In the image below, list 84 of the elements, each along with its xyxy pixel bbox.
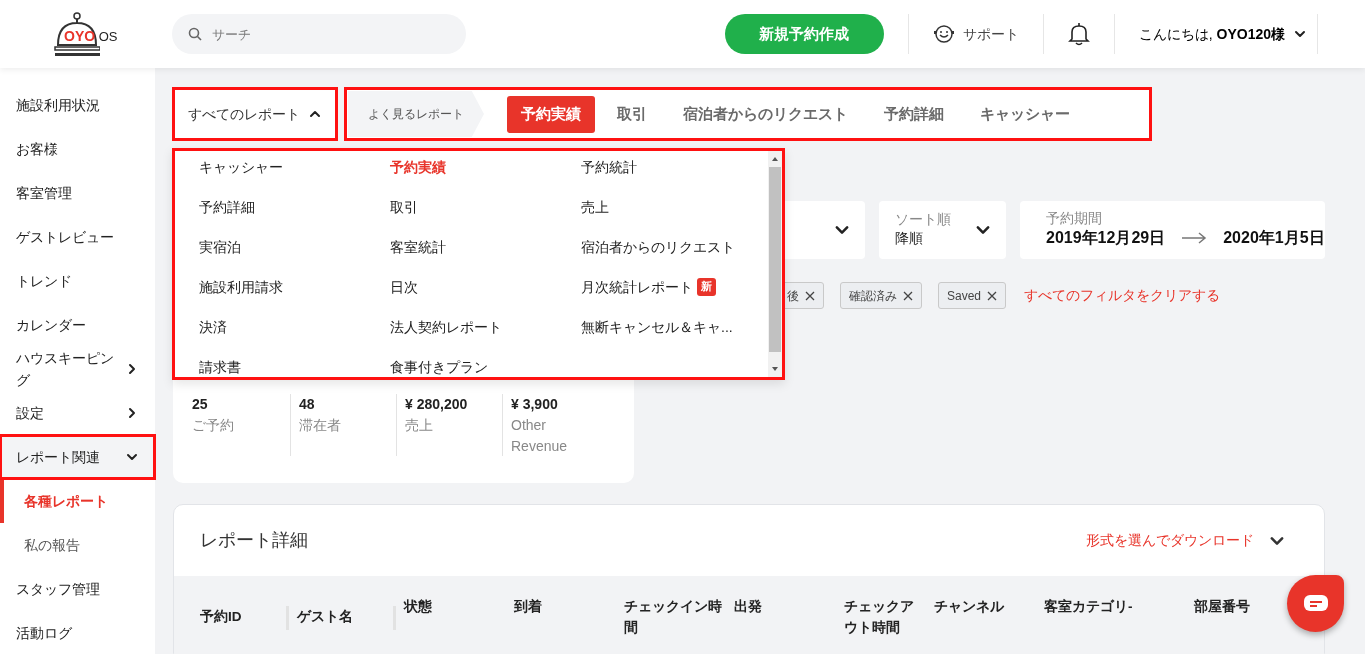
- filter-chip[interactable]: 確認済み: [840, 282, 922, 309]
- menu-item[interactable]: 食事付きプラン: [390, 347, 581, 380]
- end-date: 2020年1月5日: [1223, 228, 1325, 249]
- menu-item[interactable]: 売上: [581, 187, 772, 227]
- menu-item[interactable]: 予約詳細: [199, 187, 390, 227]
- close-icon: [987, 290, 998, 301]
- column-header: チャンネル: [934, 598, 1005, 616]
- date-range-field[interactable]: 予約期間 2019年12月29日 2020年1月5日: [1020, 201, 1325, 259]
- sidebar-item[interactable]: カレンダー: [0, 303, 155, 347]
- column-header: 予約ID: [200, 606, 289, 630]
- menu-item[interactable]: 月次統計レポート 新: [581, 267, 772, 307]
- column-header: チェックイン時間: [624, 598, 723, 637]
- menu-item[interactable]: 施設利用請求: [199, 267, 390, 307]
- menu-item[interactable]: 決済: [199, 307, 390, 347]
- menu-item[interactable]: 予約統計: [581, 148, 772, 187]
- sidebar-item[interactable]: お客様: [0, 127, 155, 171]
- column-header: ゲスト名: [297, 606, 396, 630]
- sidebar-item[interactable]: ゲストレビュー: [0, 215, 155, 259]
- sidebar-item[interactable]: ハウスキーピング: [0, 347, 155, 391]
- menu-item[interactable]: キャッシャー: [199, 148, 390, 187]
- menu-item[interactable]: 請求書: [199, 347, 390, 380]
- arrow-right-icon: [1181, 231, 1208, 246]
- menu-item[interactable]: 予約実績: [390, 148, 581, 187]
- sidebar-subitem[interactable]: 私の報告: [0, 523, 155, 567]
- sidebar-item[interactable]: レポート関連: [0, 435, 155, 479]
- report-picker-button[interactable]: すべてのレポート: [173, 88, 337, 140]
- sidebar-item[interactable]: 活動ログ: [0, 611, 155, 654]
- user-menu[interactable]: こんにちは, OYO120様: [1138, 23, 1307, 45]
- column-header: 出発: [734, 598, 763, 616]
- sidebar-item[interactable]: トレンド: [0, 259, 155, 303]
- new-badge: 新: [697, 278, 716, 296]
- logo[interactable]: OYO OS: [64, 29, 118, 43]
- menu-item[interactable]: 宿泊者からのリクエスト: [581, 227, 772, 267]
- field-label: 予約期間: [1046, 209, 1103, 227]
- scrollbar[interactable]: [768, 151, 782, 377]
- stat-value: ¥ 280,200: [405, 395, 469, 414]
- sidebar-item[interactable]: 設定: [0, 391, 155, 435]
- stat-label: 滞在者: [299, 416, 342, 435]
- menu-item[interactable]: 客室統計: [390, 227, 581, 267]
- bell-icon: [1067, 22, 1090, 46]
- download-link[interactable]: 形式を選んでダウンロード: [1086, 530, 1286, 551]
- report-tab[interactable]: 取引: [603, 95, 661, 133]
- close-icon: [903, 290, 913, 301]
- sidebar-item[interactable]: 施設利用状況: [0, 83, 155, 127]
- cloche-icon: [54, 11, 100, 57]
- stat-label: 売上: [405, 416, 434, 435]
- filter-chip[interactable]: Saved: [938, 282, 1007, 309]
- report-tab[interactable]: キャッシャー: [966, 95, 1084, 133]
- menu-item[interactable]: 法人契約レポート: [390, 307, 581, 347]
- search-icon: [188, 27, 202, 41]
- menu-item[interactable]: 無断キャンセル＆キャ...: [581, 307, 772, 347]
- column-header: 部屋番号: [1194, 598, 1251, 616]
- sort-select[interactable]: ソート順 降順: [878, 201, 1006, 259]
- field-value: 降順: [894, 228, 924, 248]
- report-tab[interactable]: 宿泊者からのリクエスト: [669, 95, 862, 133]
- clear-filters-link[interactable]: すべてのフィルタをクリアする: [1024, 285, 1221, 306]
- stat-value: 48: [299, 395, 316, 414]
- chat-icon: [1302, 593, 1329, 614]
- support-link[interactable]: サポート: [962, 23, 1019, 45]
- notification-button[interactable]: [1067, 22, 1090, 46]
- report-tab[interactable]: 予約実績: [507, 95, 595, 133]
- sidebar-subitem[interactable]: 各種レポート: [0, 479, 155, 523]
- report-tab[interactable]: 予約詳細: [870, 95, 958, 133]
- search-bar[interactable]: サーチ: [172, 14, 466, 54]
- breadcrumb-label: よく見るレポート: [348, 91, 484, 137]
- column-header: 到着: [514, 598, 543, 616]
- menu-item[interactable]: 日次: [390, 267, 581, 307]
- stat-label: Other Revenue: [511, 416, 569, 456]
- sidebar-item[interactable]: スタッフ管理: [0, 567, 155, 611]
- card-title: レポート詳細: [200, 529, 308, 552]
- column-header: チェックアウト時間: [844, 598, 915, 637]
- stat-label: ご予約: [192, 416, 235, 435]
- stat-value: ¥ 3,900: [511, 395, 559, 414]
- field-label: ソート順: [894, 211, 951, 228]
- column-header: 状態: [404, 598, 433, 616]
- stat-value: 25: [192, 395, 209, 414]
- menu-item[interactable]: 取引: [390, 187, 581, 227]
- column-header: 客室カテゴリ-: [1044, 598, 1134, 616]
- close-icon: [805, 290, 815, 301]
- menu-item[interactable]: 実宿泊: [199, 227, 390, 267]
- start-date: 2019年12月29日: [1046, 228, 1166, 249]
- search-field[interactable]: サーチ: [210, 19, 460, 49]
- sidebar-item[interactable]: 客室管理: [0, 171, 155, 215]
- headset-icon: [932, 23, 955, 45]
